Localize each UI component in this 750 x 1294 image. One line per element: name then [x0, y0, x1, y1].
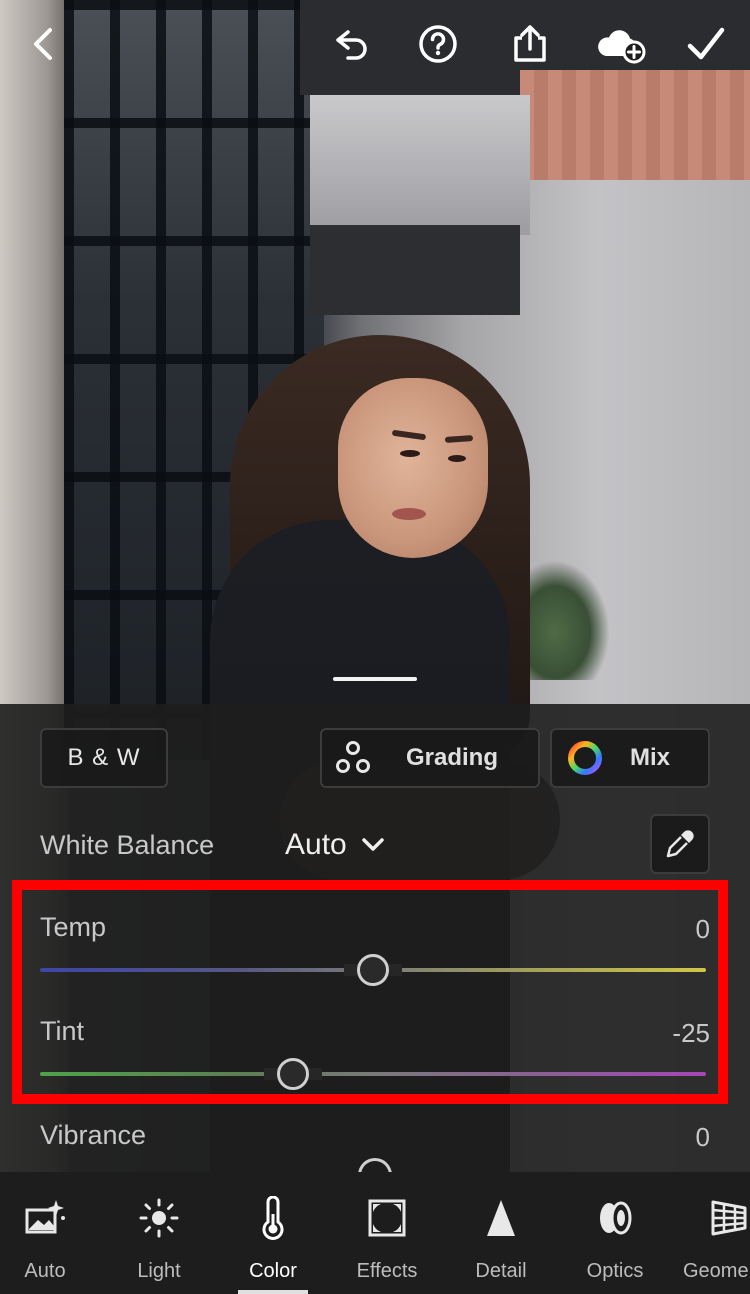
white-balance-value: Auto	[285, 828, 347, 861]
grading-button[interactable]: Grading	[320, 728, 540, 788]
tool-color[interactable]: Color	[223, 1172, 323, 1294]
undo-icon[interactable]	[328, 22, 372, 66]
eyedropper-button[interactable]	[650, 814, 710, 874]
bw-button[interactable]: B & W	[40, 728, 168, 788]
cloud-add-icon[interactable]	[592, 22, 648, 66]
bw-button-label: B & W	[67, 744, 141, 771]
detail-triangle-icon	[487, 1200, 515, 1236]
vibrance-label: Vibrance	[40, 1120, 147, 1150]
tool-effects-label: Effects	[356, 1260, 418, 1282]
tool-auto[interactable]: Auto	[0, 1172, 95, 1294]
eyedropper-icon	[666, 830, 694, 858]
vibrance-value: 0	[695, 1122, 710, 1152]
back-chevron-icon[interactable]	[22, 22, 66, 66]
active-tab-indicator	[238, 1290, 308, 1294]
thermometer-icon	[262, 1196, 284, 1240]
tool-light[interactable]: Light	[109, 1172, 209, 1294]
grading-button-label: Grading	[406, 744, 499, 771]
auto-enhance-icon	[25, 1200, 65, 1234]
optics-lens-icon	[600, 1201, 632, 1235]
tool-detail-label: Detail	[475, 1260, 527, 1282]
top-bar	[0, 0, 750, 90]
tool-effects[interactable]: Effects	[337, 1172, 437, 1294]
white-balance-dropdown[interactable]: Auto	[285, 828, 385, 862]
edit-toolbar: Auto Light Color Effects Detail Optics G…	[0, 1172, 750, 1294]
mix-button-label: Mix	[630, 744, 671, 771]
tool-auto-label: Auto	[24, 1260, 66, 1282]
tool-optics-label: Optics	[586, 1260, 644, 1282]
grading-wheels-icon	[336, 741, 370, 773]
tool-detail[interactable]: Detail	[451, 1172, 551, 1294]
white-balance-label: White Balance	[40, 830, 215, 860]
highlight-box	[12, 880, 728, 1104]
panel-drag-handle[interactable]	[333, 677, 417, 681]
tool-light-label: Light	[137, 1260, 181, 1282]
help-icon[interactable]	[416, 22, 460, 66]
tool-geometry[interactable]: Geome	[679, 1172, 750, 1294]
sun-icon	[139, 1198, 179, 1238]
chevron-down-icon	[361, 838, 384, 851]
color-wheel-icon	[568, 741, 602, 775]
effects-vignette-icon	[368, 1199, 406, 1237]
tool-geometry-label: Geome	[683, 1260, 749, 1282]
geometry-grid-icon	[711, 1200, 747, 1236]
mix-button[interactable]: Mix	[550, 728, 710, 788]
tool-color-label: Color	[249, 1260, 297, 1282]
checkmark-icon[interactable]	[684, 22, 728, 66]
tool-optics[interactable]: Optics	[565, 1172, 665, 1294]
share-icon[interactable]	[508, 22, 552, 66]
